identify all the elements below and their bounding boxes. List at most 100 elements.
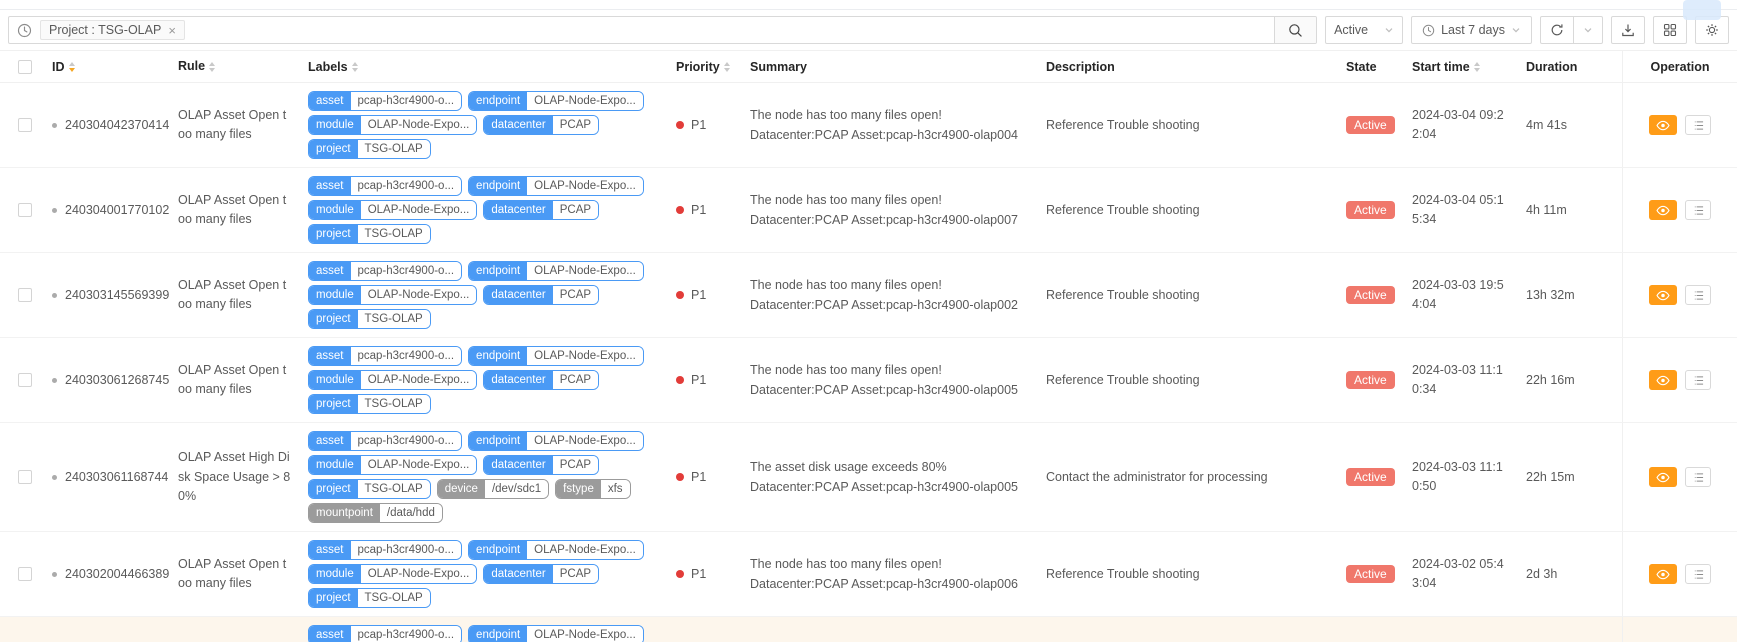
sort-desc-icon[interactable] [1473,67,1480,72]
duration-cell: 3d 3h [1518,617,1622,642]
detail-button[interactable] [1685,115,1711,136]
view-button[interactable] [1649,285,1677,306]
chevron-down-icon [1384,25,1394,35]
label-key: module [309,201,361,220]
sort-asc-icon[interactable] [723,61,730,66]
refresh-icon [1550,23,1564,37]
label-value: OLAP-Node-Expo... [360,201,477,220]
view-button[interactable] [1649,200,1677,221]
detail-button[interactable] [1685,370,1711,391]
download-button[interactable] [1611,16,1645,44]
table-row[interactable]: 240304001770102 OLAP Asset Open too many… [0,168,1737,254]
start-time-cell: 2024-03-03 11:10:50 [1404,423,1518,531]
operation-cell [1622,168,1737,253]
sort-asc-icon[interactable] [351,61,358,66]
summary-cell: The node has too many files open! Datace… [742,253,1038,337]
time-range-button[interactable]: Last 7 days [1411,16,1532,44]
chevron-down-icon [1583,25,1593,35]
column-header-summary[interactable]: Summary [742,51,1038,82]
label-value: PCAP [552,201,599,220]
state-filter-value: Active [1334,23,1369,37]
column-header-id[interactable]: ID [44,51,170,82]
sort-icons[interactable] [351,61,358,72]
row-checkbox[interactable] [18,288,32,303]
label-tag: project TSG-OLAP [308,394,431,415]
label-key: endpoint [469,262,528,281]
view-button[interactable] [1649,115,1677,136]
summary-cell: The asset disk usage exceeds 80% Datacen… [742,617,1038,642]
state-badge: Active [1346,371,1395,390]
alert-id: 240304001770102 [65,203,170,218]
row-checkbox[interactable] [18,567,32,582]
column-header-state[interactable]: State [1338,51,1404,82]
rule-cell: OLAP Asset High Disk Space Usage > 80% [170,617,300,642]
close-icon[interactable]: × [168,24,176,37]
time-range-value: Last 7 days [1441,23,1505,37]
sort-asc-icon[interactable] [1473,61,1480,66]
sort-desc-icon[interactable] [723,67,730,72]
sort-desc-icon[interactable] [351,67,358,72]
table-row[interactable]: 240303145569399 OLAP Asset Open too many… [0,253,1737,339]
label-value: PCAP [552,456,599,475]
label-value: TSG-OLAP [357,140,430,159]
select-all-checkbox[interactable] [18,59,32,74]
settings-button[interactable] [1695,16,1729,44]
status-dot-icon [52,292,57,298]
refresh-button[interactable] [1540,16,1574,44]
sort-desc-icon[interactable] [209,67,216,72]
detail-button[interactable] [1685,200,1711,221]
sort-asc-icon[interactable] [68,61,75,66]
row-checkbox[interactable] [18,118,32,133]
table-row[interactable]: 240304042370414 OLAP Asset Open too many… [0,83,1737,169]
sort-icons[interactable] [1473,61,1480,72]
detail-button[interactable] [1685,285,1711,306]
start-time: 2024-03-04 09:22:04 [1412,108,1504,142]
state-filter-select[interactable]: Active [1325,16,1404,44]
card-layout-button[interactable] [1653,16,1687,44]
table-row[interactable]: 240303061268745 OLAP Asset Open too many… [0,338,1737,424]
duration-cell: 22h 15m [1518,423,1622,531]
priority-label: P1 [691,567,707,582]
row-checkbox[interactable] [18,470,32,485]
detail-button[interactable] [1685,564,1711,585]
label-key: endpoint [469,541,528,560]
column-header-description[interactable]: Description [1038,51,1338,82]
column-header-start_time[interactable]: Start time [1404,51,1518,82]
sort-asc-icon[interactable] [209,61,216,66]
summary-text: The node has too many files open! Datace… [750,554,1018,595]
rule-cell: OLAP Asset High Disk Space Usage > 80% [170,423,300,531]
view-button[interactable] [1649,370,1677,391]
refresh-options-button[interactable] [1573,16,1603,44]
table-row[interactable]: 240303061168744 OLAP Asset High Disk Spa… [0,423,1737,533]
start-time: 2024-03-04 05:15:34 [1412,193,1504,227]
column-header-rule[interactable]: Rule [170,51,300,82]
column-label: State [1346,59,1377,74]
table-row[interactable]: 240302004466389 OLAP Asset Open too many… [0,532,1737,618]
sort-icons[interactable] [723,61,730,72]
sort-desc-icon[interactable] [68,67,75,72]
view-button[interactable] [1649,564,1677,585]
column-label: Priority [676,59,720,74]
view-button[interactable] [1649,467,1677,488]
sort-icons[interactable] [209,61,216,72]
state-cell: Active [1338,338,1404,422]
label-tag: asset pcap-h3cr4900-o... [308,261,463,282]
column-header-priority[interactable]: Priority [668,51,742,82]
row-checkbox[interactable] [18,203,32,218]
label-key: asset [309,92,351,111]
column-header-labels[interactable]: Labels [300,51,668,82]
filter-tag-project[interactable]: Project : TSG-OLAP × [40,20,185,40]
eye-icon [1656,205,1670,216]
row-checkbox[interactable] [18,373,32,388]
detail-list-icon [1692,569,1705,580]
detail-button[interactable] [1685,467,1711,488]
priority-cell: P1 [668,617,742,642]
search-input[interactable]: Project : TSG-OLAP × [8,16,1318,44]
table-row[interactable]: 240301003964583 OLAP Asset High Disk Spa… [0,617,1737,642]
sort-icons[interactable] [68,61,75,72]
label-value: OLAP-Node-Expo... [360,371,477,390]
label-key: module [309,565,361,584]
search-button[interactable] [1274,17,1317,43]
column-header-operation[interactable]: Operation [1622,51,1737,83]
column-header-duration[interactable]: Duration [1518,51,1622,82]
